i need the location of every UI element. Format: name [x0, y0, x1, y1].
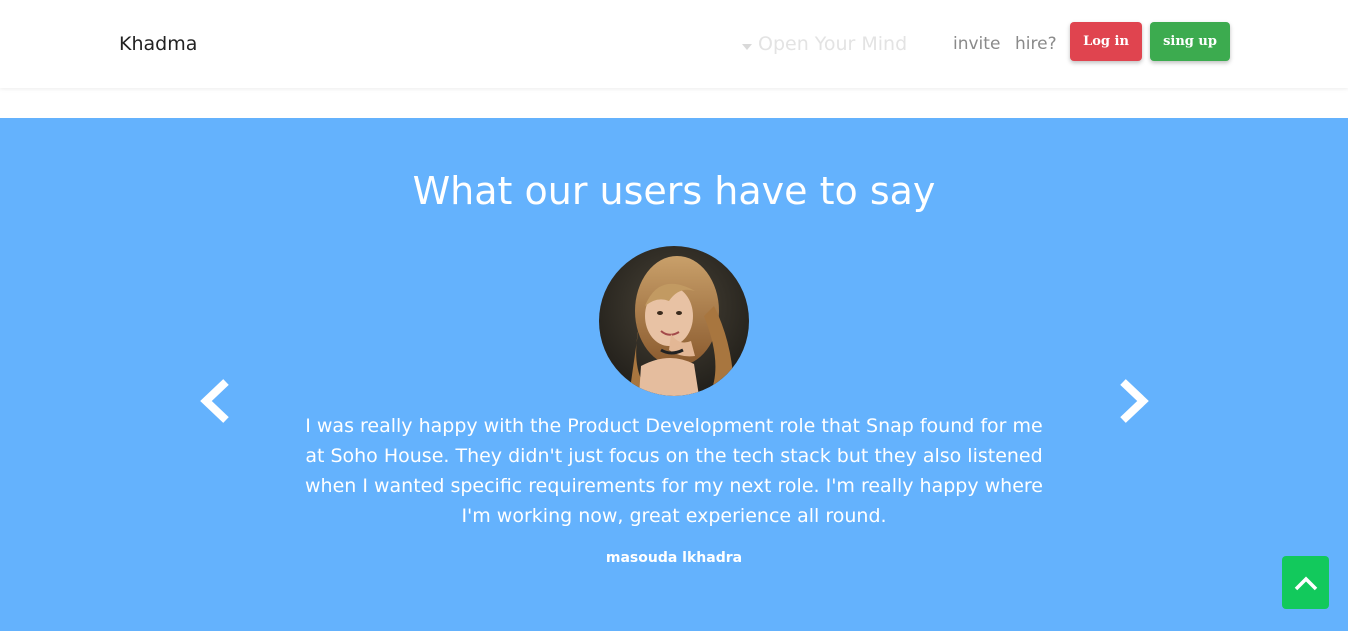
caret-down-icon — [742, 43, 752, 50]
top-navbar: Khadma Open Your Mind invite hire? Log i… — [0, 0, 1348, 88]
hire-link[interactable]: hire? — [1015, 32, 1057, 56]
back-to-top-button[interactable] — [1282, 556, 1329, 609]
brand-logo[interactable]: Khadma — [119, 32, 197, 56]
dropdown-label: Open Your Mind — [758, 33, 908, 55]
avatar-photo — [599, 246, 749, 396]
testimonial-author: masouda lkhadra — [605, 550, 743, 566]
chevron-up-icon — [1294, 576, 1317, 590]
testimonials-section: What our users have to say I was really … — [0, 118, 1348, 631]
avatar — [599, 246, 749, 396]
login-button[interactable]: Log in — [1070, 22, 1142, 61]
open-your-mind-dropdown[interactable]: Open Your Mind — [742, 31, 907, 57]
signup-button[interactable]: sing up — [1150, 22, 1230, 61]
invite-link[interactable]: invite — [953, 32, 1000, 56]
chevron-right-icon[interactable] — [1113, 376, 1153, 426]
chevron-left-icon[interactable] — [196, 376, 236, 426]
section-title: What our users have to say — [412, 169, 936, 213]
testimonial-quote: I was really happy with the Product Deve… — [304, 415, 1043, 527]
